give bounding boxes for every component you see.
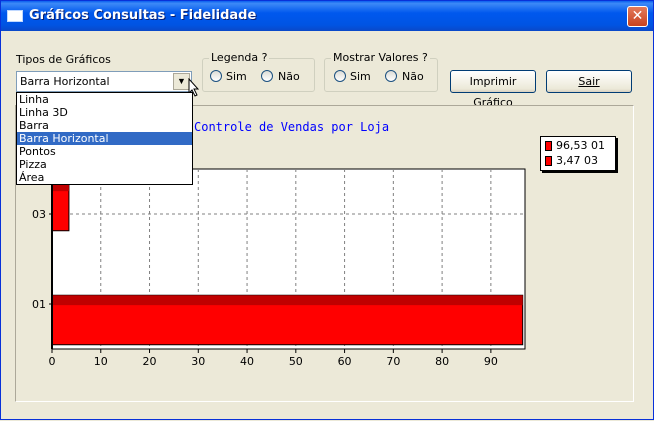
x-tick-label: 0	[49, 355, 56, 368]
dropdown-option-pizza[interactable]: Pizza	[17, 158, 192, 171]
dropdown-option-pontos[interactable]: Pontos	[17, 145, 192, 158]
x-tick-label: 70	[386, 355, 400, 368]
x-tick-label: 50	[289, 355, 303, 368]
x-tick-label: 60	[338, 355, 352, 368]
x-tick-label: 40	[240, 355, 254, 368]
dropdown-option-area[interactable]: Área	[17, 171, 192, 184]
dropdown-option-barra-horizontal[interactable]: Barra Horizontal	[17, 132, 192, 145]
x-tick-label: 30	[191, 355, 205, 368]
y-tick-label: 03	[32, 208, 46, 221]
dropdown-option-linha[interactable]: Linha	[17, 93, 192, 106]
bar-top-shade	[52, 295, 523, 306]
main-window: Gráficos Consultas - Fidelidade ✕ Tipos …	[0, 0, 654, 420]
legend-label: 96,53 01	[556, 139, 605, 152]
x-tick-label: 80	[435, 355, 449, 368]
chart-legend: 96,53 01 3,47 03	[540, 136, 616, 171]
dropdown-option-barra[interactable]: Barra	[17, 119, 192, 132]
x-tick-label: 20	[143, 355, 157, 368]
x-tick-label: 10	[94, 355, 108, 368]
chart-type-dropdown: Linha Linha 3D Barra Barra Horizontal Po…	[16, 92, 193, 185]
bar-chart: 01 03 0 10 20 30 40 50 60 70 80 90	[32, 168, 526, 368]
legend-swatch	[545, 156, 552, 166]
dropdown-option-linha-3d[interactable]: Linha 3D	[17, 106, 192, 119]
y-tick-label: 01	[32, 298, 46, 311]
legend-label: 3,47 03	[556, 154, 598, 167]
legend-swatch	[545, 141, 552, 151]
x-tick-label: 90	[484, 355, 498, 368]
